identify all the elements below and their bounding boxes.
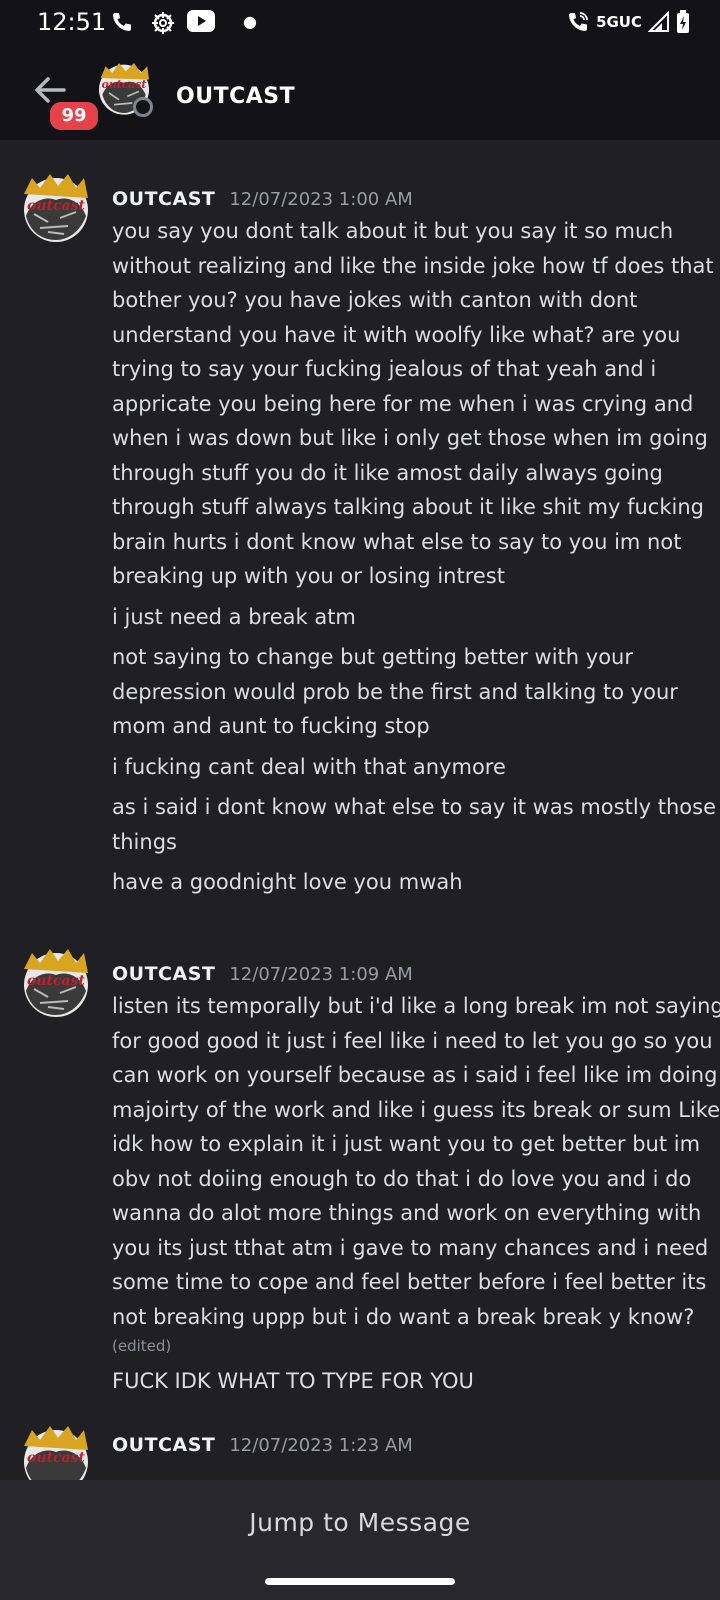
message-paragraph[interactable]: you say you dont talk about it but you s… — [112, 214, 714, 594]
message-line: without realizing and like the inside jo… — [112, 253, 714, 278]
message-line: can work on yourself because as i said i… — [112, 1063, 718, 1087]
signal-icon — [648, 11, 669, 32]
message-line: for good good it just i feel like i need… — [112, 1028, 713, 1053]
svg-text:outcast: outcast — [27, 973, 85, 989]
message-line: through stuff you do it like amost daily… — [112, 460, 663, 485]
message-line: wanna do alot more things and work on ev… — [112, 1201, 702, 1225]
message-paragraph[interactable]: listen its temporally but i'd like a lon… — [112, 989, 720, 1358]
openai-icon — [152, 12, 174, 34]
svg-text:outcast: outcast — [27, 198, 85, 214]
message-line: when i was down but like i only get thos… — [112, 426, 708, 450]
message-line: appricate you being here for me when i w… — [112, 391, 694, 416]
message-line: understand you have it with woolfy like … — [112, 322, 681, 347]
message-line: obv not doiing enough to do that i do lo… — [112, 1166, 692, 1191]
notification-dot-icon: ● — [243, 12, 257, 31]
message-line: bother you? you have jokes with canton w… — [112, 288, 638, 312]
message-timestamp: 12/07/2023 1:09 AM — [229, 964, 413, 985]
home-indicator[interactable] — [265, 1578, 455, 1585]
message-paragraph[interactable]: have a goodnight love you mwah — [112, 865, 704, 900]
message-line: mom and aunt to fucking stop — [112, 714, 430, 738]
message-paragraph[interactable]: as i said i dont know what else to say i… — [112, 790, 717, 859]
user-avatar[interactable]: outcast — [18, 1422, 90, 1480]
message-paragraph[interactable]: i just need a break atm — [112, 600, 704, 635]
svg-text:outcast: outcast — [102, 78, 147, 91]
message-line: not saying to change but getting better … — [112, 645, 633, 669]
battery-icon — [677, 10, 689, 33]
message-paragraph[interactable]: i fucking cant deal with that anymore — [112, 750, 704, 785]
message-line: majoirty of the work and like i guess it… — [112, 1097, 720, 1122]
user-avatar[interactable]: outcast — [18, 945, 90, 1017]
phone-icon — [113, 13, 131, 31]
message-line: through stuff always talking about it li… — [112, 495, 704, 519]
message-meta: OUTCAST 12/07/2023 1:23 AM — [112, 1434, 413, 1456]
message-line: some time to cope and feel better before… — [112, 1270, 707, 1294]
message-line: you say you dont talk about it but you s… — [112, 219, 674, 243]
author-name[interactable]: OUTCAST — [112, 963, 215, 985]
message-line: as i said i dont know what else to say i… — [112, 795, 717, 819]
message-line: you its just tthat atm i gave to many ch… — [112, 1235, 709, 1260]
channel-title[interactable]: OUTCAST — [176, 84, 295, 109]
jump-to-message-button[interactable]: Jump to Message — [0, 1508, 720, 1537]
network-type: 5GUC — [596, 13, 642, 31]
message-meta: OUTCAST 12/07/2023 1:09 AM — [112, 963, 413, 985]
message-paragraph[interactable]: not saying to change but getting better … — [112, 640, 704, 744]
message-line: things — [112, 829, 177, 854]
message-line: idk how to explain it i just want you to… — [112, 1132, 701, 1156]
edited-label: (edited) — [112, 1337, 172, 1355]
message-body: you say you dont talk about it but you s… — [112, 214, 717, 900]
message-line: i fucking cant deal with that anymore — [112, 754, 506, 779]
offline-status-icon — [133, 97, 153, 117]
message-timestamp: 12/07/2023 1:00 AM — [229, 189, 413, 210]
youtube-icon — [187, 10, 215, 32]
message-paragraph[interactable]: FUCK IDK WHAT TO TYPE FOR YOU — [112, 1364, 704, 1399]
author-name[interactable]: OUTCAST — [112, 1434, 215, 1456]
user-avatar[interactable]: outcast — [18, 170, 90, 242]
status-bar: 12:51 ● 5GUC — [0, 0, 720, 46]
message-line: depression would prob be the first and t… — [112, 679, 678, 704]
message-list[interactable]: outcast OUTCAST 12/07/2023 1:00 AM you s… — [0, 140, 720, 1480]
message-line: listen its temporally but i'd like a lon… — [112, 994, 720, 1018]
author-name[interactable]: OUTCAST — [112, 188, 215, 210]
message-timestamp: 12/07/2023 1:23 AM — [229, 1435, 413, 1456]
message-body: listen its temporally but i'd like a lon… — [112, 989, 720, 1399]
unread-badge: 99 — [47, 99, 101, 133]
status-right: 5GUC — [566, 10, 690, 34]
svg-text:outcast: outcast — [27, 1450, 85, 1466]
message-line: breaking up with you or losing intrest — [112, 564, 505, 588]
message-line: i just need a break atm — [112, 604, 356, 629]
message-line: FUCK IDK WHAT TO TYPE FOR YOU — [112, 1369, 474, 1393]
message-line: brain hurts i dont know what else to say… — [112, 529, 682, 554]
message-line: have a goodnight love you mwah — [112, 870, 463, 894]
message-meta: OUTCAST 12/07/2023 1:00 AM — [112, 188, 413, 210]
clock: 12:51 — [37, 8, 107, 36]
wifi-calling-icon — [569, 12, 588, 31]
message-line: trying to say your fucking jealous of th… — [112, 357, 657, 381]
message-line: not breaking uppp but i do want a break … — [112, 1304, 695, 1329]
